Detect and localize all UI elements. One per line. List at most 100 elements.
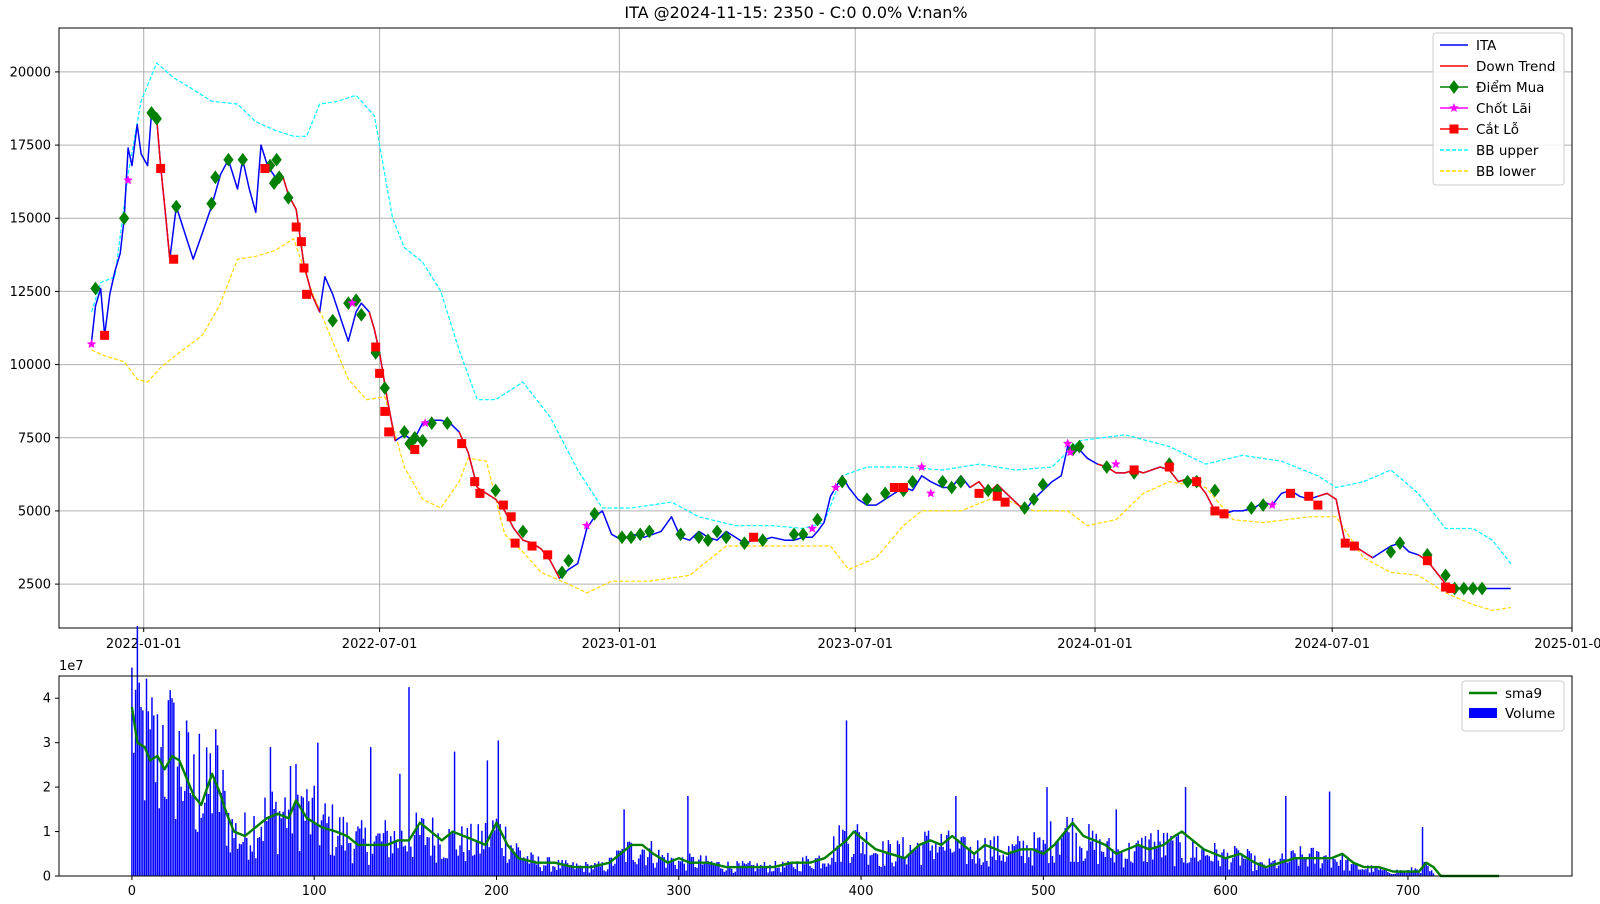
volume-bar (583, 871, 585, 876)
volume-bar (1130, 861, 1132, 876)
volume-bar (958, 848, 961, 876)
volume-bar (382, 833, 385, 876)
volume-bar (725, 870, 727, 876)
volume-bar (840, 861, 842, 876)
volume-bar (1246, 849, 1249, 876)
volume-bar (1104, 856, 1107, 876)
price-panel: 2500 5000 7500 10000 12500 15000 17500 20000 20… (10, 27, 1600, 652)
volume-bar (811, 867, 813, 876)
stop-loss-marker (1422, 556, 1432, 566)
volume-bar (838, 825, 840, 876)
volume-bar (236, 848, 239, 876)
volume-bar (1321, 863, 1323, 876)
volume-bar (749, 861, 751, 876)
volume-bar (1305, 857, 1307, 876)
volume-bar (306, 789, 308, 876)
volume-bar (431, 817, 434, 876)
volume-bar (997, 835, 999, 876)
volume-bar (904, 857, 906, 876)
legend-swatch-marker (1449, 124, 1459, 134)
legend-label: Điểm Mua (1476, 79, 1544, 96)
volume-bar (1206, 855, 1209, 876)
volume-bar (674, 864, 676, 876)
volume-bar (568, 867, 571, 876)
volume-bar (896, 840, 899, 876)
volume-bar (189, 792, 191, 876)
volume-bar (468, 850, 470, 876)
volume-bar (849, 862, 851, 876)
volume-bar (893, 866, 895, 876)
volume-bar (360, 820, 363, 876)
stop-loss-marker (992, 491, 1002, 501)
volume-bar (599, 866, 602, 876)
volume-bar (986, 860, 988, 876)
volume-bar (616, 850, 618, 876)
volume-bar (608, 857, 611, 876)
volume-bar (1430, 870, 1433, 876)
volume-bar (652, 863, 654, 876)
volume-bar (918, 846, 921, 876)
volume-bar (517, 847, 520, 876)
volume-bar (483, 849, 485, 876)
stop-loss-marker (291, 222, 301, 232)
volume-bar (216, 745, 219, 876)
volume-bar (1272, 860, 1274, 876)
volume-bar (978, 858, 981, 876)
legend-label: sma9 (1505, 686, 1542, 702)
volume-bar (503, 856, 505, 876)
volume-bar (298, 851, 301, 876)
volume-bar (349, 842, 352, 876)
volume-bar (548, 857, 551, 876)
volume-bar (1356, 864, 1358, 876)
volume-bar (169, 690, 171, 876)
volume-bar (668, 861, 671, 876)
stop-loss-marker (302, 289, 312, 299)
volume-bar (1345, 860, 1347, 876)
stop-loss-marker (1000, 497, 1010, 507)
volume-bar (273, 808, 275, 876)
volume-x-tick-label: 200 (484, 884, 509, 899)
volume-bar (803, 864, 806, 876)
volume-bar (1179, 842, 1181, 876)
volume-bar (251, 851, 253, 876)
volume-bar (406, 851, 408, 876)
volume-bar (687, 796, 689, 876)
volume-bar (1181, 858, 1183, 876)
volume-bar (470, 823, 472, 876)
volume-bar (1192, 841, 1194, 876)
volume-bar (802, 857, 804, 876)
stop-loss-marker (470, 477, 480, 487)
volume-bar (495, 818, 498, 876)
volume-bar (184, 790, 186, 876)
volume-bar (297, 794, 299, 876)
volume-bar (741, 861, 744, 876)
volume-bar (1210, 860, 1212, 876)
volume-bar (1316, 851, 1318, 876)
volume-bar (1294, 853, 1296, 876)
volume-bar (1024, 863, 1026, 876)
price-x-axis: 2022-01-01 2022-07-01 2023-01-01 2023-07-01… (106, 628, 1600, 652)
volume-bar (756, 863, 758, 876)
volume-bar (256, 838, 259, 876)
volume-bar (138, 682, 140, 876)
volume-bar (140, 707, 142, 876)
volume-bar (413, 835, 416, 876)
volume-bar (1186, 863, 1189, 876)
volume-bar (636, 864, 638, 876)
volume-bar (165, 799, 168, 876)
volume-bar (433, 845, 436, 876)
volume-bar (1243, 858, 1245, 876)
volume-bar (194, 829, 197, 876)
volume-bar (1086, 850, 1088, 876)
stop-loss-marker (889, 483, 899, 493)
volume-bar (845, 720, 848, 876)
volume-bar (1055, 842, 1057, 876)
volume-bar (683, 863, 685, 876)
volume-bar (267, 816, 270, 876)
volume-bar (1328, 791, 1331, 876)
volume-bar (421, 818, 423, 876)
volume-bar (550, 871, 552, 876)
volume-bar (1075, 832, 1077, 876)
volume-bar (763, 862, 766, 876)
volume-bar (1028, 857, 1030, 876)
